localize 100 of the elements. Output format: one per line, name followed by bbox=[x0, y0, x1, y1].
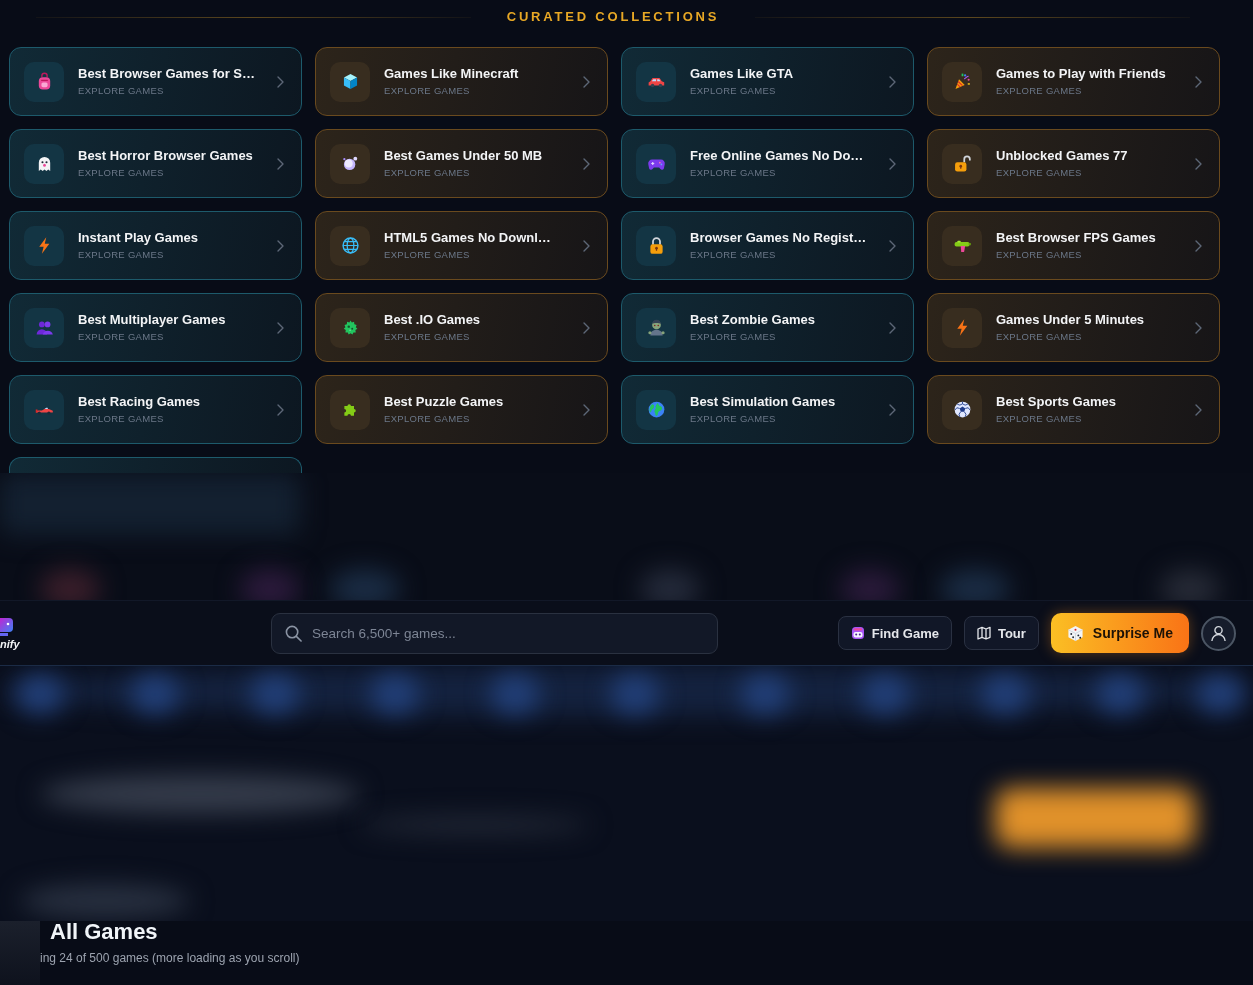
chevron-icon bbox=[583, 403, 590, 416]
card-title: Games Under 5 Minutes bbox=[996, 312, 1145, 328]
puzzle-piece-icon bbox=[330, 389, 370, 430]
two-people-icon bbox=[24, 307, 64, 348]
party-popper-icon bbox=[942, 61, 982, 102]
card-title: Best Browser Games for S… bbox=[78, 66, 255, 82]
bubbles-icon bbox=[330, 143, 370, 184]
find-game-button[interactable]: Find Game bbox=[837, 616, 952, 650]
card-subtitle: EXPLORE GAMES bbox=[996, 413, 1082, 425]
card-subtitle: EXPLORE GAMES bbox=[384, 249, 470, 261]
collection-card[interactable]: Best Browser Games for S… EXPLORE GAMES bbox=[9, 47, 302, 116]
map-icon bbox=[976, 626, 991, 640]
chevron-icon bbox=[277, 321, 284, 334]
collection-card[interactable]: Best Zombie Games EXPLORE GAMES bbox=[621, 293, 914, 362]
collection-card[interactable]: Free Online Games No Do… EXPLORE GAMES bbox=[621, 129, 914, 198]
collection-card[interactable]: Best .IO Games EXPLORE GAMES bbox=[315, 293, 608, 362]
card-title: Best Horror Browser Games bbox=[78, 148, 253, 164]
card-subtitle: EXPLORE GAMES bbox=[78, 413, 164, 425]
card-subtitle: EXPLORE GAMES bbox=[690, 167, 776, 179]
card-title: Best Puzzle Games bbox=[384, 394, 504, 410]
card-subtitle: EXPLORE GAMES bbox=[78, 85, 164, 97]
chevron-icon bbox=[1195, 75, 1202, 88]
card-subtitle: EXPLORE GAMES bbox=[384, 85, 470, 97]
card-title: Best Racing Games bbox=[78, 394, 201, 410]
chevron-icon bbox=[277, 157, 284, 170]
collection-card[interactable]: Games Like Minecraft EXPLORE GAMES bbox=[315, 47, 608, 116]
race-car-icon bbox=[24, 389, 64, 430]
card-title: Unblocked Games 77 bbox=[996, 148, 1128, 164]
surprise-me-button[interactable]: Surprise Me bbox=[1050, 613, 1189, 653]
chevron-icon bbox=[889, 239, 896, 252]
chevron-icon bbox=[583, 157, 590, 170]
card-title: Best .IO Games bbox=[384, 312, 481, 328]
card-subtitle: EXPLORE GAMES bbox=[996, 249, 1082, 261]
robot-icon bbox=[850, 626, 865, 640]
unlocked-padlock-icon bbox=[942, 143, 982, 184]
chevron-icon bbox=[277, 75, 284, 88]
water-gun-icon bbox=[942, 225, 982, 266]
account-button[interactable] bbox=[1201, 615, 1236, 651]
collection-card[interactable]: Best Simulation Games EXPLORE GAMES bbox=[621, 375, 914, 444]
card-subtitle: EXPLORE GAMES bbox=[996, 85, 1082, 97]
collection-card[interactable]: Best Multiplayer Games EXPLORE GAMES bbox=[9, 293, 302, 362]
microbe-icon bbox=[330, 307, 370, 348]
collection-card[interactable]: Games to Play with Friends EXPLORE GAMES bbox=[927, 47, 1220, 116]
section-title: All Games bbox=[50, 921, 159, 943]
card-subtitle: EXPLORE GAMES bbox=[384, 331, 470, 343]
card-title: Instant Play Games bbox=[78, 230, 198, 246]
gamepad-icon bbox=[636, 143, 676, 184]
card-title: Games to Play with Friends bbox=[996, 66, 1166, 82]
card-subtitle: EXPLORE GAMES bbox=[996, 331, 1082, 343]
logo-icon[interactable] bbox=[0, 616, 13, 636]
collection-card[interactable]: Instant Play Games EXPLORE GAMES bbox=[9, 211, 302, 280]
chevron-icon bbox=[583, 321, 590, 334]
card-title: HTML5 Games No Downl… bbox=[384, 230, 551, 246]
card-subtitle: EXPLORE GAMES bbox=[996, 167, 1082, 179]
chevron-icon bbox=[1195, 321, 1202, 334]
card-subtitle: EXPLORE GAMES bbox=[78, 167, 164, 179]
ghost-icon bbox=[24, 143, 64, 184]
card-subtitle: EXPLORE GAMES bbox=[690, 413, 776, 425]
collection-card[interactable]: Best Racing Games EXPLORE GAMES bbox=[9, 375, 302, 444]
lightning-icon bbox=[942, 307, 982, 348]
collection-card[interactable]: Unblocked Games 77 EXPLORE GAMES bbox=[927, 129, 1220, 198]
collection-card[interactable]: Best Sports Games EXPLORE GAMES bbox=[927, 375, 1220, 444]
collection-card[interactable]: Best Games Under 50 MB EXPLORE GAMES bbox=[315, 129, 608, 198]
chevron-icon bbox=[889, 157, 896, 170]
chevron-icon bbox=[889, 75, 896, 88]
logo-text[interactable]: nify bbox=[0, 638, 20, 650]
search-field[interactable]: Search 6,500+ games... bbox=[271, 612, 718, 654]
card-title: Games Like GTA bbox=[690, 66, 794, 82]
collection-card[interactable]: Best Browser FPS Games EXPLORE GAMES bbox=[927, 211, 1220, 280]
user-icon bbox=[1210, 624, 1227, 642]
card-title: Best Multiplayer Games bbox=[78, 312, 226, 328]
games-count-text: ing 24 of 500 games (more loading as you scroll) bbox=[40, 950, 301, 966]
collection-card[interactable]: Best Puzzle Games EXPLORE GAMES bbox=[315, 375, 608, 444]
card-title: Free Online Games No Do… bbox=[690, 148, 864, 164]
card-title: Best Zombie Games bbox=[690, 312, 815, 328]
collection-card[interactable]: Games Like GTA EXPLORE GAMES bbox=[621, 47, 914, 116]
collection-card[interactable]: HTML5 Games No Downl… EXPLORE GAMES bbox=[315, 211, 608, 280]
collection-card[interactable]: Best Horror Browser Games EXPLORE GAMES bbox=[9, 129, 302, 198]
chevron-icon bbox=[889, 403, 896, 416]
card-title: Best Simulation Games bbox=[690, 394, 836, 410]
chevron-icon bbox=[583, 75, 590, 88]
collection-card[interactable]: Browser Games No Regist… EXPLORE GAMES bbox=[621, 211, 914, 280]
cube-icon bbox=[330, 61, 370, 102]
tour-button[interactable]: Tour bbox=[963, 616, 1039, 650]
lightning-icon bbox=[24, 225, 64, 266]
card-title: Best Games Under 50 MB bbox=[384, 148, 543, 164]
card-subtitle: EXPLORE GAMES bbox=[78, 331, 164, 343]
card-subtitle: EXPLORE GAMES bbox=[78, 249, 164, 261]
card-subtitle: EXPLORE GAMES bbox=[384, 167, 470, 179]
section-heading: CURATED COLLECTIONS bbox=[506, 8, 720, 26]
chevron-icon bbox=[1195, 239, 1202, 252]
backpack-icon bbox=[24, 61, 64, 102]
card-subtitle: EXPLORE GAMES bbox=[690, 249, 776, 261]
earth-icon bbox=[636, 389, 676, 430]
globe-icon bbox=[330, 225, 370, 266]
dice-icon bbox=[1066, 624, 1084, 642]
collection-card[interactable]: Games Under 5 Minutes EXPLORE GAMES bbox=[927, 293, 1220, 362]
padlock-icon bbox=[636, 225, 676, 266]
chevron-icon bbox=[889, 321, 896, 334]
chevron-icon bbox=[277, 403, 284, 416]
